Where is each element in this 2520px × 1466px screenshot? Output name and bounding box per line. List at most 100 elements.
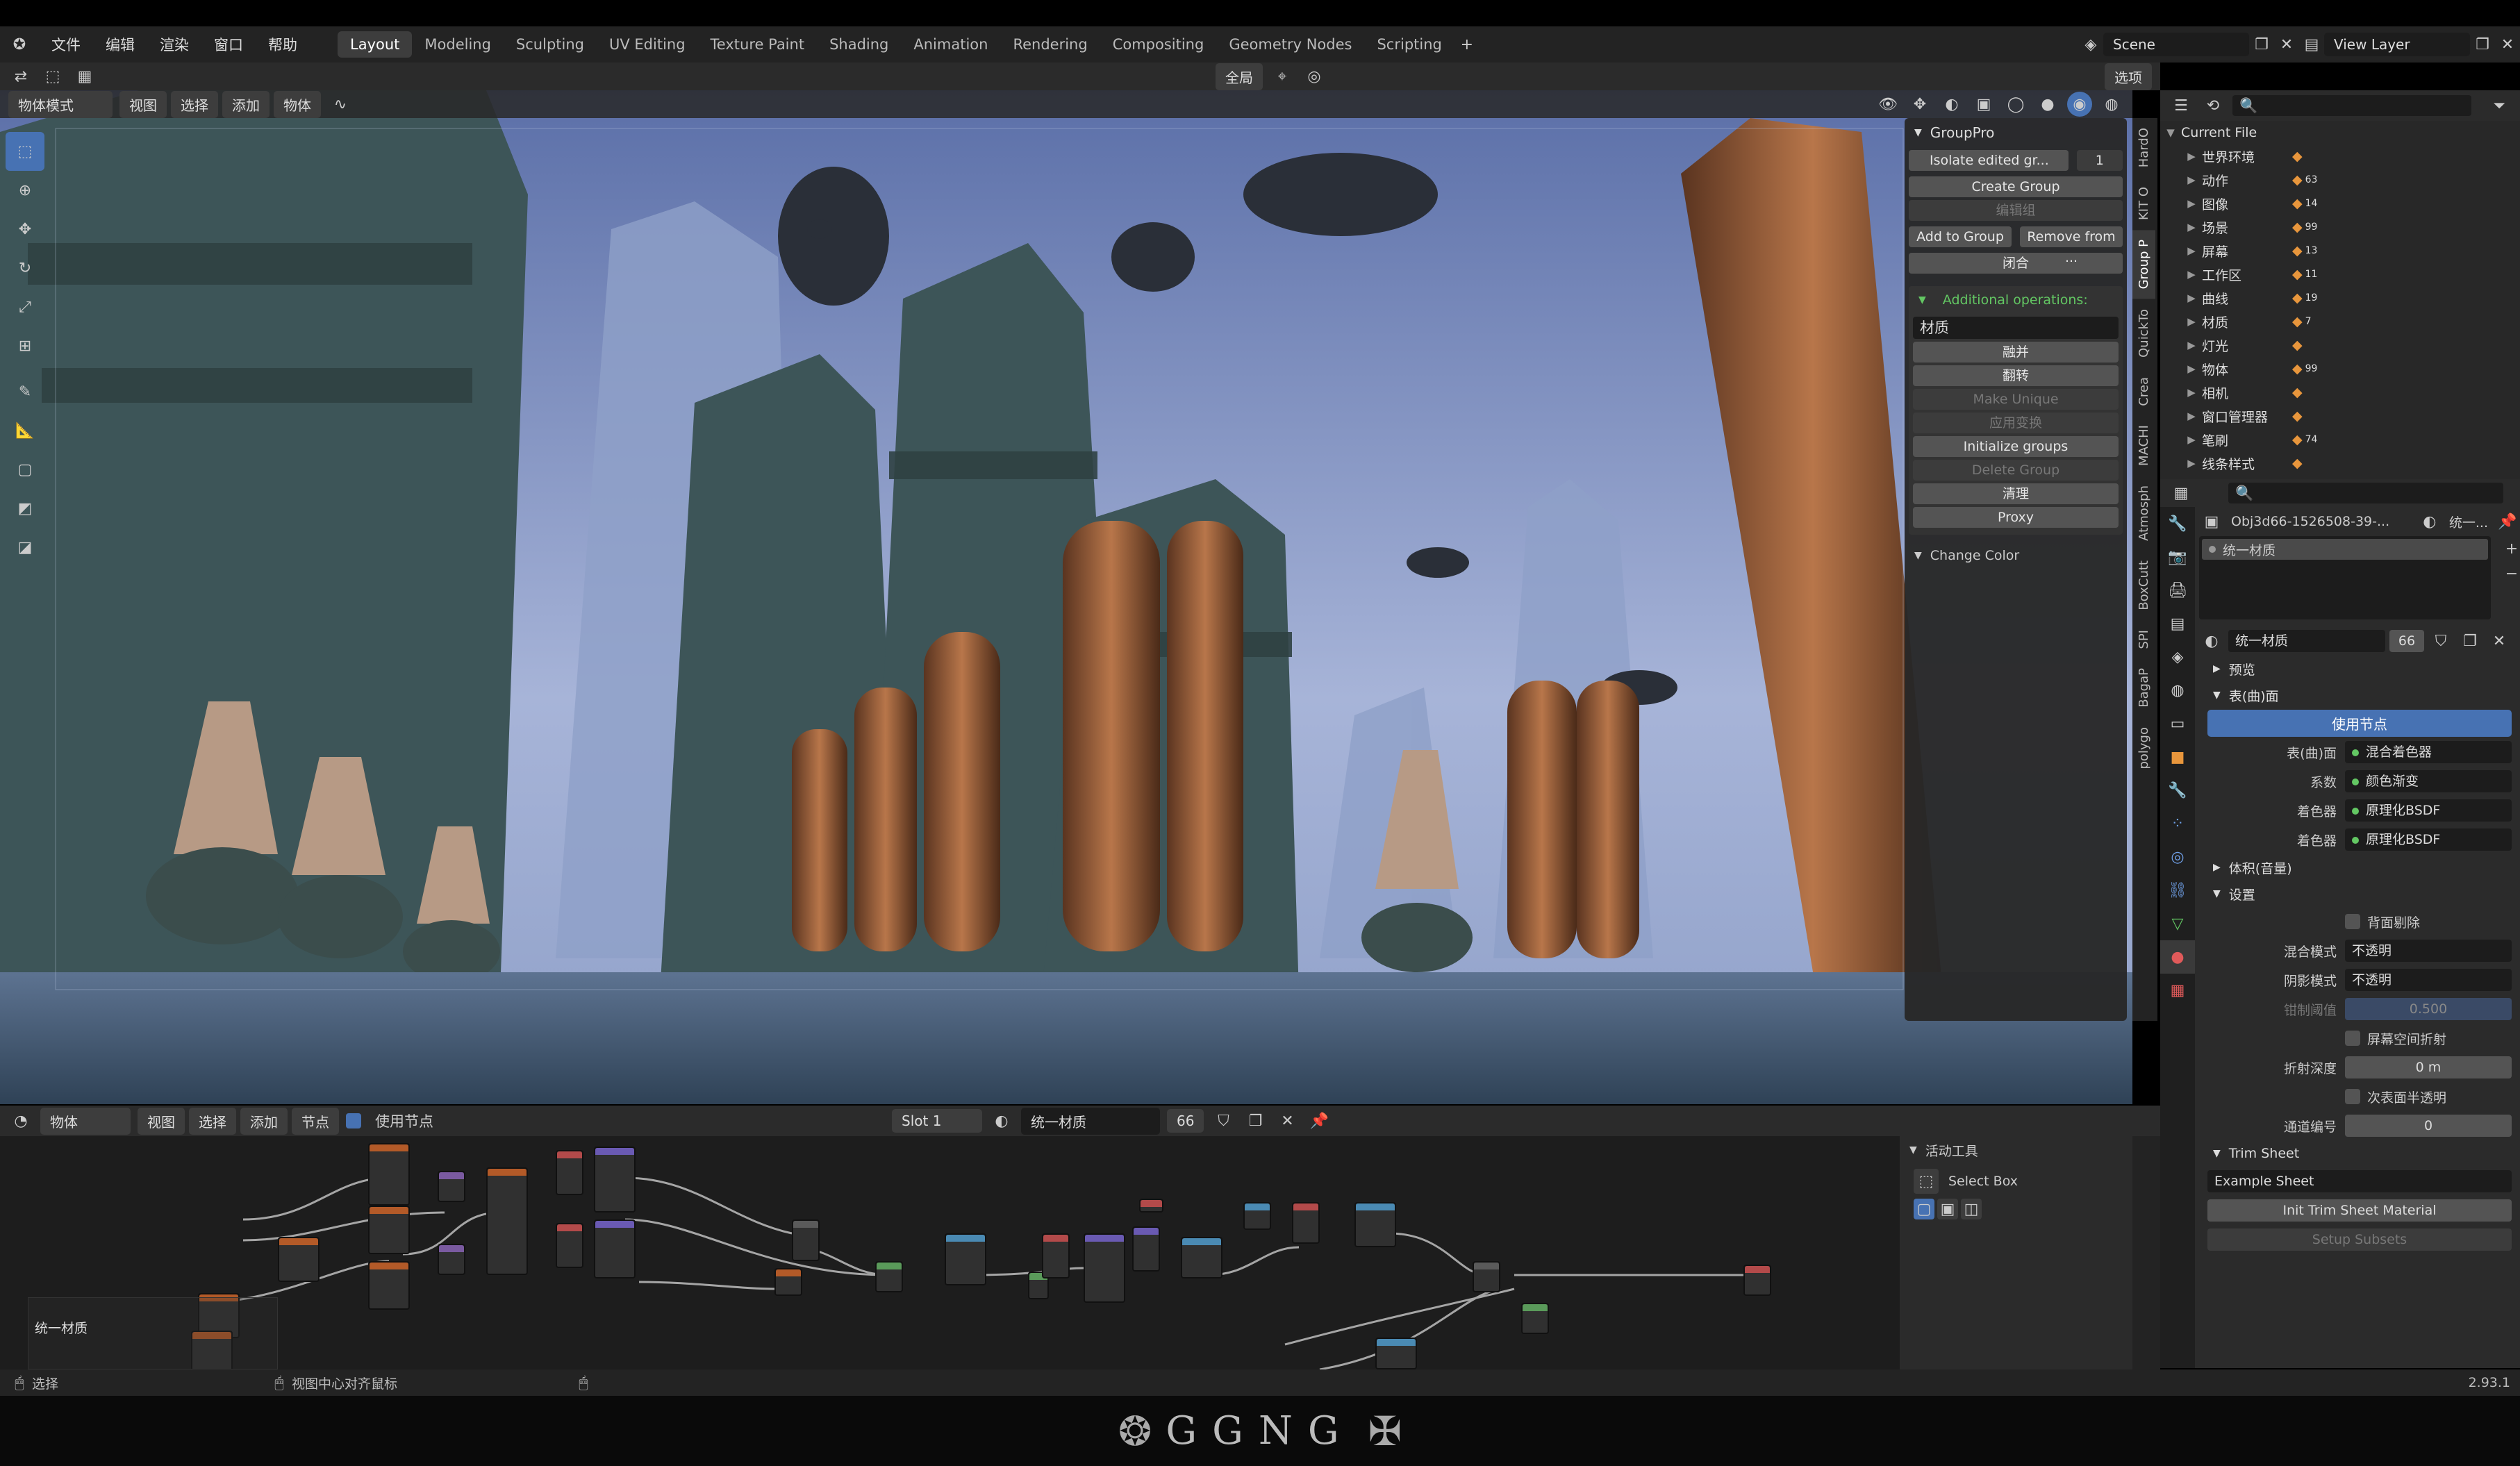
- grouppro-op-button[interactable]: Make Unique: [1913, 389, 2119, 410]
- select-mode-icon[interactable]: ▦: [72, 64, 97, 89]
- material-users[interactable]: 66: [2389, 630, 2424, 652]
- shader1-field[interactable]: 原理化BSDF: [2345, 799, 2512, 822]
- grouppro-op-button[interactable]: Proxy: [1913, 507, 2119, 528]
- tab-workspace[interactable]: Compositing: [1100, 31, 1217, 58]
- outliner-item[interactable]: ▶ 相机 ◆: [2160, 381, 2520, 404]
- transform-icon[interactable]: ⊞: [6, 326, 44, 365]
- pin-icon[interactable]: 📌: [2495, 509, 2520, 534]
- edit-group-button[interactable]: 编辑组: [1909, 200, 2123, 221]
- grouppro-op-button[interactable]: 翻转: [1913, 365, 2119, 386]
- node-menu-item[interactable]: 选择: [189, 1107, 236, 1135]
- material-icon[interactable]: ◐: [989, 1108, 1014, 1133]
- expand-arrow-icon[interactable]: ▶: [2181, 174, 2202, 186]
- tool-tab-icon[interactable]: 🔧: [2160, 507, 2195, 540]
- outliner-item[interactable]: ▶ 窗口管理器 ◆: [2160, 404, 2520, 428]
- sss-checkbox[interactable]: [2345, 1089, 2360, 1104]
- shader-node[interactable]: [594, 1219, 636, 1278]
- shader-node[interactable]: [1292, 1202, 1320, 1244]
- outliner-root[interactable]: ▼ Current File: [2160, 121, 2520, 144]
- object-tab-icon[interactable]: ■: [2160, 740, 2195, 774]
- section-preview[interactable]: ▶ 预览: [2199, 656, 2520, 682]
- shader-node[interactable]: [1743, 1265, 1771, 1296]
- section-volume[interactable]: ▶ 体积(音量): [2199, 854, 2520, 881]
- expand-arrow-icon[interactable]: ▶: [2181, 339, 2202, 351]
- shader-node[interactable]: [1473, 1261, 1500, 1292]
- editor-type-icon[interactable]: ▦: [2169, 481, 2194, 506]
- change-color-header[interactable]: ▼ Change Color: [1905, 542, 2127, 569]
- outliner-item[interactable]: ▶ 工作区 ◆ 11: [2160, 263, 2520, 286]
- outliner-item[interactable]: ▶ 物体 ◆ 99: [2160, 357, 2520, 381]
- scene-icon[interactable]: ◈: [2078, 32, 2103, 57]
- constraints-tab-icon[interactable]: ⛓: [2160, 874, 2195, 907]
- physics-tab-icon[interactable]: ◎: [2160, 840, 2195, 874]
- transform-orientation[interactable]: 全局: [1216, 63, 1263, 90]
- solid-shading-icon[interactable]: ●: [2035, 92, 2060, 117]
- node-object-dropdown[interactable]: 物体: [40, 1107, 131, 1135]
- material-tab-icon[interactable]: ●: [2160, 940, 2195, 974]
- outliner-item[interactable]: ▶ 动作 ◆ 63: [2160, 168, 2520, 192]
- node-menu-item[interactable]: 视图: [138, 1107, 185, 1135]
- n-panel-tab[interactable]: SPI: [2132, 620, 2155, 659]
- copy-icon[interactable]: ❐: [2249, 32, 2274, 57]
- n-panel-tab[interactable]: BoxCutt: [2132, 551, 2155, 620]
- shader-node[interactable]: [1132, 1226, 1160, 1272]
- backface-checkbox[interactable]: [2345, 914, 2360, 929]
- viewport-menu-item[interactable]: 选择: [171, 90, 218, 118]
- rendered-shading-icon[interactable]: ◍: [2099, 92, 2124, 117]
- n-panel-tab[interactable]: QuickTo: [2132, 299, 2155, 367]
- pass-index-field[interactable]: 0: [2345, 1115, 2512, 1137]
- shader-node[interactable]: [1354, 1202, 1396, 1247]
- outliner-search-input[interactable]: 🔍: [2232, 95, 2471, 116]
- node-editor[interactable]: 统一材质: [0, 1136, 1900, 1369]
- expand-arrow-icon[interactable]: ▶: [2181, 363, 2202, 375]
- create-group-button[interactable]: Create Group: [1909, 176, 2123, 197]
- output-tab-icon[interactable]: 🖨: [2160, 574, 2195, 607]
- remove-slot-icon[interactable]: −: [2499, 561, 2520, 586]
- properties-search-input[interactable]: 🔍: [2228, 483, 2503, 503]
- shader-node[interactable]: [594, 1147, 636, 1213]
- tab-workspace[interactable]: Texture Paint: [698, 31, 818, 58]
- expand-arrow-icon[interactable]: ▶: [2181, 268, 2202, 281]
- particles-tab-icon[interactable]: ⁘: [2160, 807, 2195, 840]
- rotate-icon[interactable]: ↻: [6, 249, 44, 288]
- material-slot[interactable]: 统一材质: [2202, 539, 2488, 560]
- outliner-item[interactable]: ▶ 屏幕 ◆ 13: [2160, 239, 2520, 263]
- view-layer-icon[interactable]: ▤: [2299, 32, 2324, 57]
- outliner-item[interactable]: ▶ 笔刷 ◆ 74: [2160, 428, 2520, 451]
- select-tool-icon[interactable]: ⬚: [40, 64, 65, 89]
- menu-item[interactable]: 帮助: [256, 34, 310, 55]
- material-name-field[interactable]: 统一材质: [2228, 630, 2385, 652]
- tab-workspace[interactable]: Sculpting: [504, 31, 597, 58]
- shader-node[interactable]: [368, 1206, 410, 1254]
- n-panel-tab[interactable]: MACHI: [2132, 415, 2155, 476]
- xray-icon[interactable]: ▣: [1971, 92, 1996, 117]
- n-panel-tab[interactable]: Crea: [2132, 367, 2155, 416]
- shader-node[interactable]: [1375, 1338, 1417, 1369]
- material-dropdown[interactable]: 材质: [1913, 317, 2119, 339]
- snap-icon[interactable]: ⌖: [1270, 64, 1295, 89]
- options-dropdown[interactable]: 选项: [2105, 63, 2152, 90]
- menu-item[interactable]: 文件: [39, 34, 93, 55]
- expand-arrow-icon[interactable]: ▶: [2181, 386, 2202, 399]
- expand-arrow-icon[interactable]: ▶: [2181, 197, 2202, 210]
- active-tool-header[interactable]: ▼ 活动工具: [1900, 1136, 2132, 1164]
- view-layer-tab-icon[interactable]: ▤: [2160, 607, 2195, 640]
- shader-node[interactable]: [1181, 1237, 1222, 1278]
- shader-node[interactable]: [1243, 1202, 1271, 1230]
- pin-icon[interactable]: 📌: [1307, 1108, 1332, 1133]
- shader-node[interactable]: [556, 1223, 583, 1268]
- section-surface[interactable]: ▼ 表(曲)面: [2199, 682, 2520, 708]
- select-box-icon[interactable]: ⬚: [1914, 1169, 1939, 1194]
- add-to-group-button[interactable]: Add to Group: [1909, 226, 2012, 247]
- copy-icon[interactable]: ❐: [2457, 628, 2482, 653]
- 3d-viewport[interactable]: 物体模式 视图 选择 添加 物体 ∿ 👁 ✥ ◐ ▣ ◯ ● ◉ ◍ ⬚ ⊕ ✥ ↻ …: [0, 90, 2132, 1104]
- collection-tab-icon[interactable]: ▭: [2160, 707, 2195, 740]
- object-mode-dropdown[interactable]: 物体模式: [8, 90, 113, 118]
- shader-node[interactable]: [438, 1244, 465, 1275]
- outliner-item[interactable]: ▶ 曲线 ◆ 19: [2160, 286, 2520, 310]
- grouppro-header[interactable]: ▼ GroupPro: [1905, 118, 2127, 147]
- n-panel-tab[interactable]: polygo: [2132, 717, 2155, 779]
- tab-workspace[interactable]: Shading: [817, 31, 901, 58]
- data-tab-icon[interactable]: ▽: [2160, 907, 2195, 940]
- outliner-item[interactable]: ▶ 世界环境 ◆: [2160, 144, 2520, 168]
